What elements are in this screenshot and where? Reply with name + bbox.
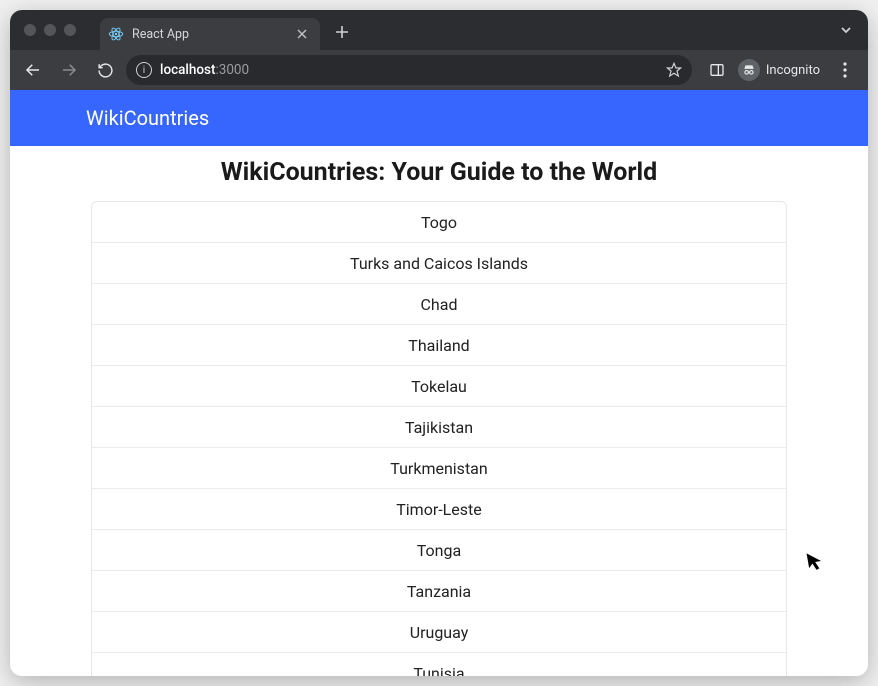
- country-list-item[interactable]: Uruguay: [92, 612, 786, 653]
- country-list-item[interactable]: Timor-Leste: [92, 489, 786, 530]
- menu-kebab-icon[interactable]: [830, 55, 860, 85]
- country-name: Uruguay: [410, 623, 469, 642]
- country-list-item[interactable]: Thailand: [92, 325, 786, 366]
- country-name: Chad: [421, 295, 458, 314]
- url-port: :3000: [215, 62, 249, 78]
- country-name: Thailand: [408, 336, 469, 355]
- window-close-dot[interactable]: [24, 24, 36, 36]
- site-info-icon[interactable]: i: [136, 62, 152, 78]
- country-name: Tunisia: [413, 664, 464, 676]
- country-name: Tanzania: [407, 582, 471, 601]
- bookmark-star-icon[interactable]: [666, 62, 682, 78]
- country-name: Tokelau: [411, 377, 467, 396]
- browser-tab[interactable]: React App: [100, 18, 320, 50]
- page-viewport: WikiCountries WikiCountries: Your Guide …: [10, 90, 868, 676]
- country-name: Tajikistan: [405, 418, 473, 437]
- tab-title: React App: [132, 27, 286, 42]
- chevron-down-icon[interactable]: [832, 16, 860, 44]
- country-list-item[interactable]: Tokelau: [92, 366, 786, 407]
- country-list-item[interactable]: Tunisia: [92, 653, 786, 676]
- country-name: Tonga: [417, 541, 461, 560]
- page-body: WikiCountries: Your Guide to the World T…: [10, 146, 868, 676]
- incognito-icon: [738, 59, 760, 81]
- app-navbar: WikiCountries: [10, 90, 868, 146]
- toolbar-right: Incognito: [702, 55, 860, 85]
- url-text: localhost:3000: [160, 62, 658, 78]
- tab-close-icon[interactable]: [294, 26, 310, 42]
- browser-toolbar: i localhost:3000 Incognito: [10, 50, 868, 90]
- country-list-item[interactable]: Tajikistan: [92, 407, 786, 448]
- country-name: Turks and Caicos Islands: [350, 254, 528, 273]
- country-list-item[interactable]: Tonga: [92, 530, 786, 571]
- brand-link[interactable]: WikiCountries: [86, 106, 209, 130]
- country-list: Togo Turks and Caicos Islands Chad Thailand…: [91, 201, 787, 676]
- country-list-item[interactable]: Turks and Caicos Islands: [92, 243, 786, 284]
- country-list-item[interactable]: Turkmenistan: [92, 448, 786, 489]
- country-name: Togo: [421, 213, 457, 232]
- url-host: localhost: [160, 62, 215, 78]
- back-button[interactable]: [18, 55, 48, 85]
- country-list-item[interactable]: Chad: [92, 284, 786, 325]
- panel-icon[interactable]: [702, 55, 732, 85]
- country-list-item[interactable]: Tanzania: [92, 571, 786, 612]
- reload-button[interactable]: [90, 55, 120, 85]
- address-bar[interactable]: i localhost:3000: [126, 55, 692, 85]
- incognito-label: Incognito: [766, 63, 820, 78]
- forward-button[interactable]: [54, 55, 84, 85]
- page-title: WikiCountries: Your Guide to the World: [10, 158, 868, 187]
- browser-window: React App i localhost:3000: [10, 10, 868, 676]
- react-favicon-icon: [108, 26, 124, 42]
- window-zoom-dot[interactable]: [64, 24, 76, 36]
- new-tab-button[interactable]: [328, 18, 356, 46]
- country-list-item[interactable]: Togo: [92, 202, 786, 243]
- incognito-indicator[interactable]: Incognito: [736, 59, 826, 81]
- country-name: Timor-Leste: [396, 500, 482, 519]
- country-name: Turkmenistan: [390, 459, 487, 478]
- window-minimize-dot[interactable]: [44, 24, 56, 36]
- tab-strip: React App: [10, 10, 868, 50]
- window-controls: [24, 24, 76, 36]
